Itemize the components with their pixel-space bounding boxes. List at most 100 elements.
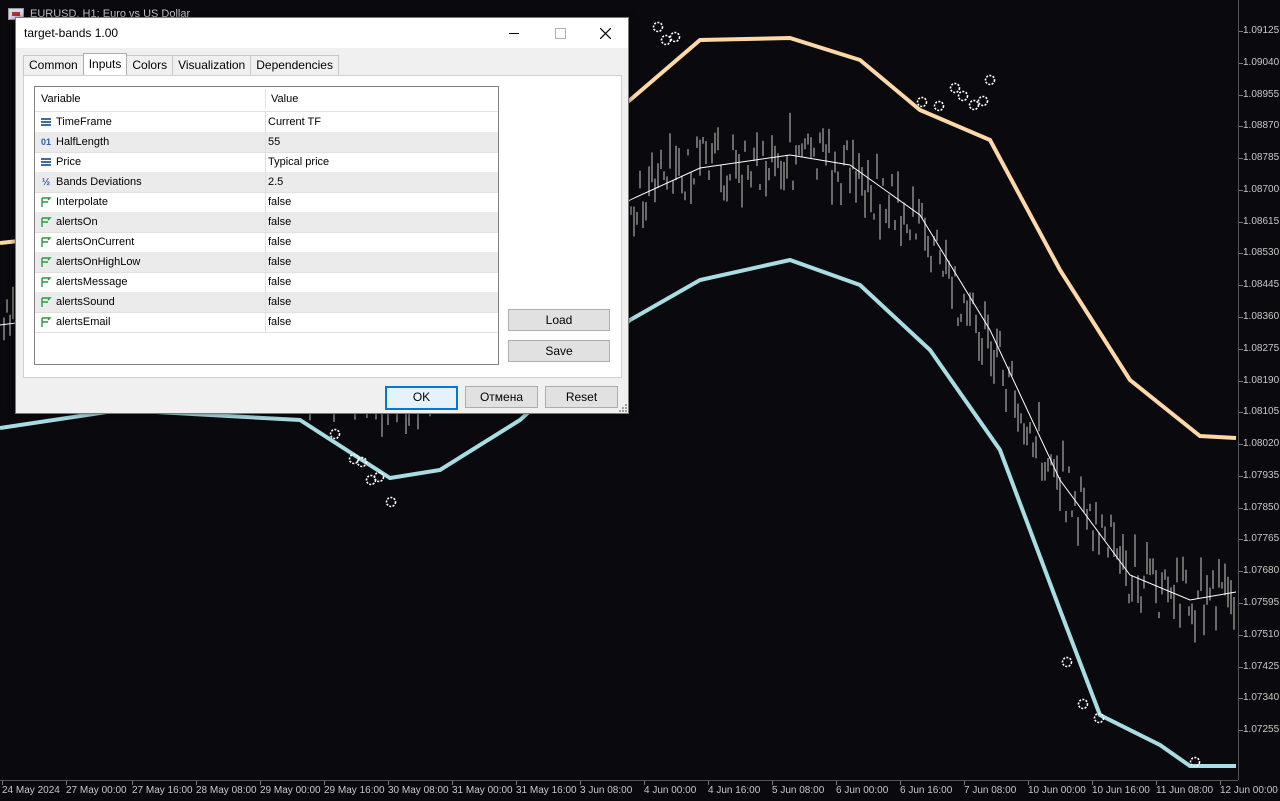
input-value[interactable]: false <box>268 212 291 232</box>
column-divider <box>265 272 266 292</box>
time-label: 31 May 00:00 <box>452 785 513 796</box>
time-label: 4 Jun 00:00 <box>644 785 697 796</box>
grid-header: Variable Value <box>35 87 498 112</box>
integer-icon: 01 <box>40 137 51 147</box>
input-value[interactable]: false <box>268 312 291 332</box>
input-name: Bands Deviations <box>56 176 142 188</box>
ok-button[interactable]: OK <box>385 386 458 410</box>
column-divider <box>265 252 266 272</box>
close-button[interactable] <box>582 18 628 48</box>
dialog-tabs: Common Inputs Colors Visualization Depen… <box>23 53 339 75</box>
load-button[interactable]: Load <box>508 309 610 331</box>
input-name: alertsOnCurrent <box>56 236 135 248</box>
input-name: HalfLength <box>56 136 110 148</box>
input-name: Price <box>56 156 82 168</box>
input-value[interactable]: false <box>268 272 291 292</box>
minimize-button[interactable] <box>491 18 537 48</box>
time-label: 29 May 16:00 <box>324 785 385 796</box>
enum-icon <box>40 156 52 168</box>
column-divider <box>265 132 266 152</box>
save-button[interactable]: Save <box>508 340 610 362</box>
input-row-alertsoncurrent[interactable]: alertsOnCurrent false <box>35 232 498 253</box>
time-label: 30 May 08:00 <box>388 785 449 796</box>
price-label: 1.08870 <box>1243 120 1280 132</box>
column-divider <box>265 212 266 232</box>
input-row-interpolate[interactable]: Interpolate false <box>35 192 498 213</box>
dialog-title: target-bands 1.00 <box>24 26 119 40</box>
input-row-price[interactable]: Price Typical price <box>35 152 498 173</box>
input-row-halflength[interactable]: 01 HalfLength 55 <box>35 132 498 153</box>
reset-button[interactable]: Reset <box>545 386 618 408</box>
time-label: 27 May 16:00 <box>132 785 193 796</box>
price-label: 1.07255 <box>1243 724 1280 736</box>
time-label: 11 Jun 08:00 <box>1156 785 1214 796</box>
price-label: 1.07595 <box>1243 597 1280 609</box>
column-header-value[interactable]: Value <box>265 87 298 111</box>
time-label: 10 Jun 00:00 <box>1028 785 1086 796</box>
time-label: 3 Jun 08:00 <box>580 785 633 796</box>
price-label: 1.07935 <box>1243 469 1280 481</box>
price-label: 1.08190 <box>1243 374 1280 386</box>
time-label: 31 May 16:00 <box>516 785 577 796</box>
bool-icon <box>40 316 52 328</box>
input-row-timeframe[interactable]: TimeFrame Current TF <box>35 112 498 133</box>
column-divider <box>265 292 266 312</box>
tab-colors[interactable]: Colors <box>126 55 174 75</box>
input-row-alertssound[interactable]: alertsSound false <box>35 292 498 313</box>
input-value[interactable]: Current TF <box>268 112 321 132</box>
input-name: alertsOnHighLow <box>56 256 141 268</box>
maximize-icon <box>554 27 566 39</box>
price-label: 1.08700 <box>1243 183 1280 195</box>
alert-signal-icon <box>373 471 385 483</box>
input-row-alertsemail[interactable]: alertsEmail false <box>35 312 498 333</box>
input-name: alertsMessage <box>56 276 128 288</box>
time-axis: 24 May 2024 27 May 00:00 27 May 16:00 28 Ma… <box>0 780 1278 801</box>
dialog-titlebar[interactable]: target-bands 1.00 <box>16 18 628 48</box>
input-value[interactable]: false <box>268 292 291 312</box>
input-value[interactable]: false <box>268 192 291 212</box>
input-value[interactable]: false <box>268 232 291 252</box>
alert-signal-icon <box>949 82 961 94</box>
price-label: 1.08360 <box>1243 311 1280 323</box>
input-name: alertsOn <box>56 216 98 228</box>
bool-icon <box>40 276 52 288</box>
minimize-icon <box>509 32 519 34</box>
bool-icon <box>40 196 52 208</box>
cancel-button[interactable]: Отмена <box>465 386 538 408</box>
input-name: Interpolate <box>56 196 108 208</box>
input-value[interactable]: 55 <box>268 132 280 152</box>
column-divider <box>265 312 266 332</box>
column-header-variable[interactable]: Variable <box>35 87 81 111</box>
alert-signal-icon <box>652 21 664 33</box>
price-label: 1.08785 <box>1243 152 1280 164</box>
tab-dependencies[interactable]: Dependencies <box>250 55 339 75</box>
time-label: 27 May 00:00 <box>66 785 127 796</box>
input-name: TimeFrame <box>56 116 112 128</box>
double-icon: ½ <box>41 177 51 188</box>
price-label: 1.07680 <box>1243 565 1280 577</box>
price-label: 1.08615 <box>1243 215 1280 227</box>
time-label: 24 May 2024 <box>2 785 60 796</box>
alert-signal-icon <box>957 90 969 102</box>
input-row-alertsmessage[interactable]: alertsMessage false <box>35 272 498 293</box>
tab-common[interactable]: Common <box>23 55 84 75</box>
input-row-alertson[interactable]: alertsOn false <box>35 212 498 233</box>
maximize-button[interactable] <box>537 18 583 48</box>
enum-icon <box>40 116 52 128</box>
tab-visualization[interactable]: Visualization <box>172 55 252 75</box>
inputs-grid: Variable Value TimeFrame Current TF 01 Half… <box>34 86 499 365</box>
input-value[interactable]: Typical price <box>268 152 329 172</box>
bool-icon <box>40 236 52 248</box>
input-value[interactable]: false <box>268 252 291 272</box>
price-label: 1.07850 <box>1243 501 1280 513</box>
resize-grip-icon[interactable] <box>619 404 627 412</box>
input-row-alertsonhighlow[interactable]: alertsOnHighLow false <box>35 252 498 273</box>
input-row-bands-deviations[interactable]: ½ Bands Deviations 2.5 <box>35 172 498 193</box>
alert-signal-icon <box>660 34 672 46</box>
alert-signal-icon <box>984 74 996 86</box>
tab-inputs[interactable]: Inputs <box>82 53 128 75</box>
alert-signal-icon <box>385 496 397 508</box>
price-label: 1.08020 <box>1243 438 1280 450</box>
close-icon <box>599 27 611 39</box>
input-value[interactable]: 2.5 <box>268 172 283 192</box>
